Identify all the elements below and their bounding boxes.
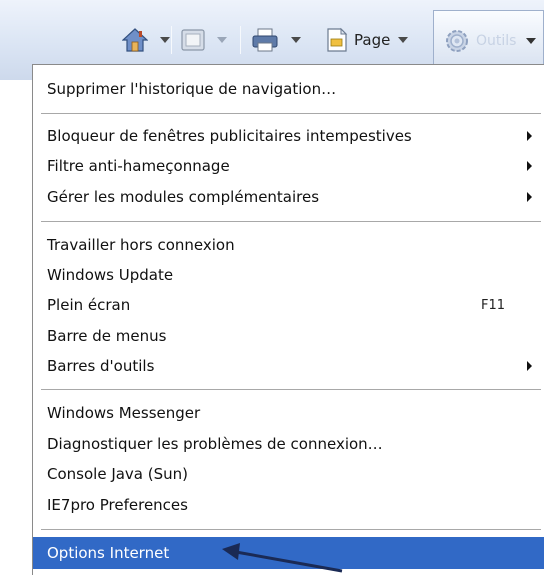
menu-item-manage-addons[interactable]: Gérer les modules complémentaires [33, 182, 544, 212]
submenu-arrow-icon [527, 161, 532, 171]
menu-separator [41, 221, 541, 222]
menu-item-ie7pro-preferences[interactable]: IE7pro Preferences [33, 490, 544, 520]
chevron-down-icon[interactable] [526, 37, 537, 44]
menu-item-toolbars[interactable]: Barres d'outils [33, 351, 544, 381]
submenu-arrow-icon [527, 361, 532, 371]
toolbar-separator [171, 26, 172, 54]
page-button[interactable]: Page [326, 22, 409, 58]
print-button[interactable] [251, 22, 301, 58]
menu-item-windows-messenger[interactable]: Windows Messenger [33, 398, 544, 428]
chevron-down-icon[interactable] [291, 37, 301, 43]
chevron-down-icon[interactable] [398, 37, 409, 43]
home-icon [122, 28, 148, 52]
chevron-down-icon[interactable] [160, 37, 170, 43]
tools-menu: Supprimer l'historique de navigation… Bl… [32, 64, 544, 575]
menu-item-menu-bar[interactable]: Barre de menus [33, 321, 544, 351]
menu-separator [41, 389, 541, 390]
menu-item-phishing-filter[interactable]: Filtre anti-hameçonnage [33, 151, 544, 181]
menu-item-popup-blocker[interactable]: Bloqueur de fenêtres publicitaires intem… [33, 121, 544, 151]
menu-separator [41, 529, 541, 530]
feeds-button[interactable] [181, 22, 227, 58]
print-icon [252, 28, 278, 52]
tools-label: Outils [476, 32, 517, 49]
shortcut-label: F11 [481, 297, 506, 313]
home-button[interactable] [122, 22, 170, 58]
feeds-icon [181, 29, 205, 51]
menu-item-windows-update[interactable]: Windows Update [33, 260, 544, 290]
menu-separator [41, 113, 541, 114]
chevron-down-icon[interactable] [217, 37, 227, 43]
submenu-arrow-icon [527, 131, 532, 141]
menu-item-java-console[interactable]: Console Java (Sun) [33, 459, 544, 489]
menu-item-full-screen[interactable]: Plein écran F11 [33, 290, 544, 320]
submenu-arrow-icon [527, 192, 532, 202]
toolbar-separator [240, 26, 241, 54]
menu-item-delete-history[interactable]: Supprimer l'historique de navigation… [33, 74, 544, 104]
page-label: Page [354, 31, 391, 49]
menu-item-diagnose-connection[interactable]: Diagnostiquer les problèmes de connexion… [33, 429, 544, 459]
menu-item-internet-options[interactable]: Options Internet [33, 537, 544, 569]
menu-item-work-offline[interactable]: Travailler hors connexion [33, 230, 544, 260]
page-icon [327, 27, 348, 52]
tools-button[interactable]: Outils [433, 10, 544, 70]
gear-icon [446, 29, 468, 52]
